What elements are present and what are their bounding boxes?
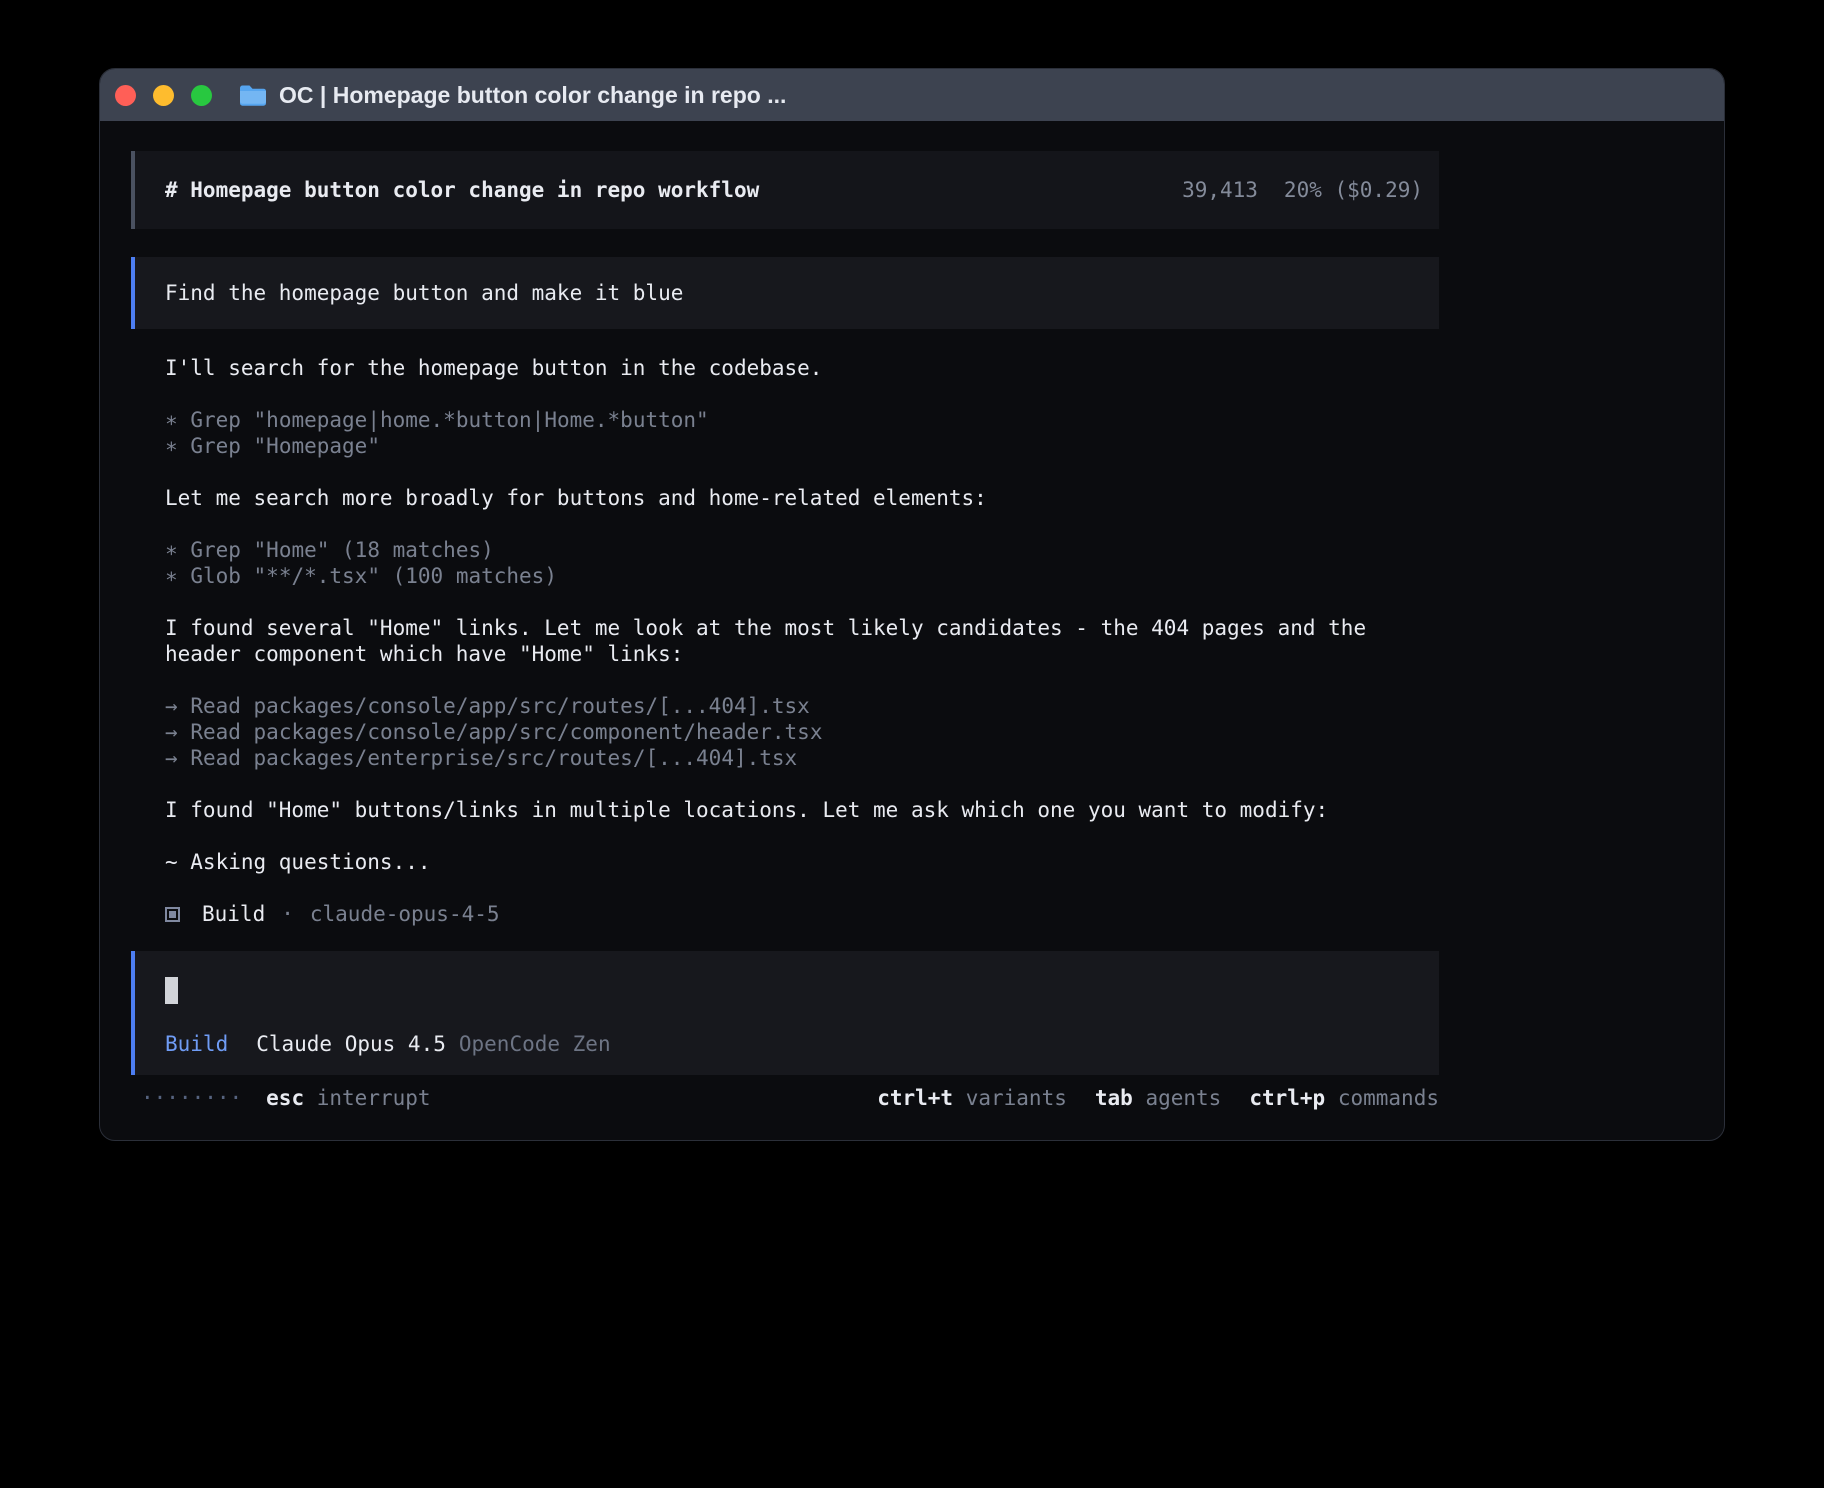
active-model-label: Claude Opus 4.5 [256, 1031, 446, 1057]
tool-call: → Read packages/console/app/src/routes/[… [165, 693, 1439, 719]
minimize-button[interactable] [153, 85, 174, 106]
shortcut-label: agents [1145, 1086, 1221, 1110]
shortcut-label: interrupt [317, 1086, 431, 1110]
user-message-text: Find the homepage button and make it blu… [165, 281, 683, 305]
tool-call-label: Grep "Home" (18 matches) [190, 538, 493, 562]
tool-call-label: Read packages/console/app/src/component/… [190, 720, 822, 744]
shortcut-variants: ctrl+t variants [877, 1085, 1067, 1111]
tool-call-label: Grep "homepage|home.*button|Home.*button… [190, 408, 708, 432]
terminal-content: # Homepage button color change in repo w… [100, 121, 1724, 1111]
agent-badge: Build · claude-opus-4-5 [165, 901, 1439, 927]
provider-label: OpenCode Zen [459, 1031, 611, 1057]
terminal-window: OC | Homepage button color change in rep… [99, 68, 1725, 1141]
tool-call: → Read packages/console/app/src/componen… [165, 719, 1439, 745]
tool-call-label: Grep "Homepage" [190, 434, 380, 458]
shortcut-label: variants [966, 1086, 1067, 1110]
shortcut-key: ctrl+p [1249, 1086, 1325, 1110]
session-title: # Homepage button color change in repo w… [165, 177, 759, 203]
agent-square-icon [165, 907, 180, 922]
grep-icon: ∗ [165, 434, 178, 458]
grep-icon: ∗ [165, 408, 178, 432]
spinner-dots: ········ [141, 1085, 242, 1111]
shortcut-agents: tab agents [1095, 1085, 1221, 1111]
tool-call-label: Read packages/console/app/src/routes/[..… [190, 694, 810, 718]
close-button[interactable] [115, 85, 136, 106]
window-title-group: OC | Homepage button color change in rep… [239, 82, 786, 109]
tool-call: ∗ Glob "**/*.tsx" (100 matches) [165, 563, 1439, 589]
assistant-text: I found several "Home" links. Let me loo… [165, 615, 1439, 667]
tool-call: ∗ Grep "homepage|home.*button|Home.*butt… [165, 407, 1439, 433]
shortcut-key: esc [266, 1086, 304, 1110]
glob-icon: ∗ [165, 564, 178, 588]
session-stats: 39,413 20% ($0.29) [1182, 177, 1423, 203]
tool-call-list: → Read packages/console/app/src/routes/[… [165, 693, 1439, 771]
assistant-response: I'll search for the homepage button in t… [131, 355, 1439, 927]
assistant-text: Let me search more broadly for buttons a… [165, 485, 1439, 511]
session-header: # Homepage button color change in repo w… [131, 151, 1439, 229]
token-count: 39,413 [1182, 177, 1258, 203]
window-titlebar: OC | Homepage button color change in rep… [100, 69, 1724, 121]
text-cursor [165, 977, 178, 1004]
model-id: claude-opus-4-5 [310, 901, 500, 927]
read-arrow-icon: → [165, 746, 178, 770]
window-title: OC | Homepage button color change in rep… [279, 82, 786, 109]
tool-call: ∗ Grep "Homepage" [165, 433, 1439, 459]
shortcut-key: ctrl+t [877, 1086, 953, 1110]
zoom-button[interactable] [191, 85, 212, 106]
assistant-text: I found "Home" buttons/links in multiple… [165, 797, 1439, 823]
tool-call-label: Read packages/enterprise/src/routes/[...… [190, 746, 797, 770]
grep-icon: ∗ [165, 538, 178, 562]
context-usage: 20% ($0.29) [1284, 177, 1423, 203]
status-bar: ········ esc interrupt ctrl+t variants t… [131, 1085, 1439, 1111]
agent-name: Build [202, 901, 265, 927]
tool-call: ∗ Grep "Home" (18 matches) [165, 537, 1439, 563]
tool-call-label: Glob "**/*.tsx" (100 matches) [190, 564, 557, 588]
tool-call-list: ∗ Grep "Home" (18 matches) ∗ Glob "**/*.… [165, 537, 1439, 589]
shortcut-commands: ctrl+p commands [1249, 1085, 1439, 1111]
separator-dot: · [281, 901, 294, 927]
tool-call: → Read packages/enterprise/src/routes/[.… [165, 745, 1439, 771]
traffic-lights [115, 85, 212, 106]
user-message: Find the homepage button and make it blu… [131, 257, 1439, 329]
read-arrow-icon: → [165, 694, 178, 718]
tool-call-list: ∗ Grep "homepage|home.*button|Home.*butt… [165, 407, 1439, 459]
shortcut-label: commands [1338, 1086, 1439, 1110]
shortcut-key: tab [1095, 1086, 1133, 1110]
folder-icon [239, 84, 267, 107]
read-arrow-icon: → [165, 720, 178, 744]
assistant-text: I'll search for the homepage button in t… [165, 355, 1439, 381]
prompt-input[interactable]: Build Claude Opus 4.5 OpenCode Zen [131, 951, 1439, 1075]
input-status-line: Build Claude Opus 4.5 OpenCode Zen [165, 1031, 1409, 1057]
active-agent-label: Build [165, 1031, 228, 1057]
shortcut-interrupt: esc interrupt [266, 1085, 430, 1111]
activity-status: ~ Asking questions... [165, 849, 1439, 875]
